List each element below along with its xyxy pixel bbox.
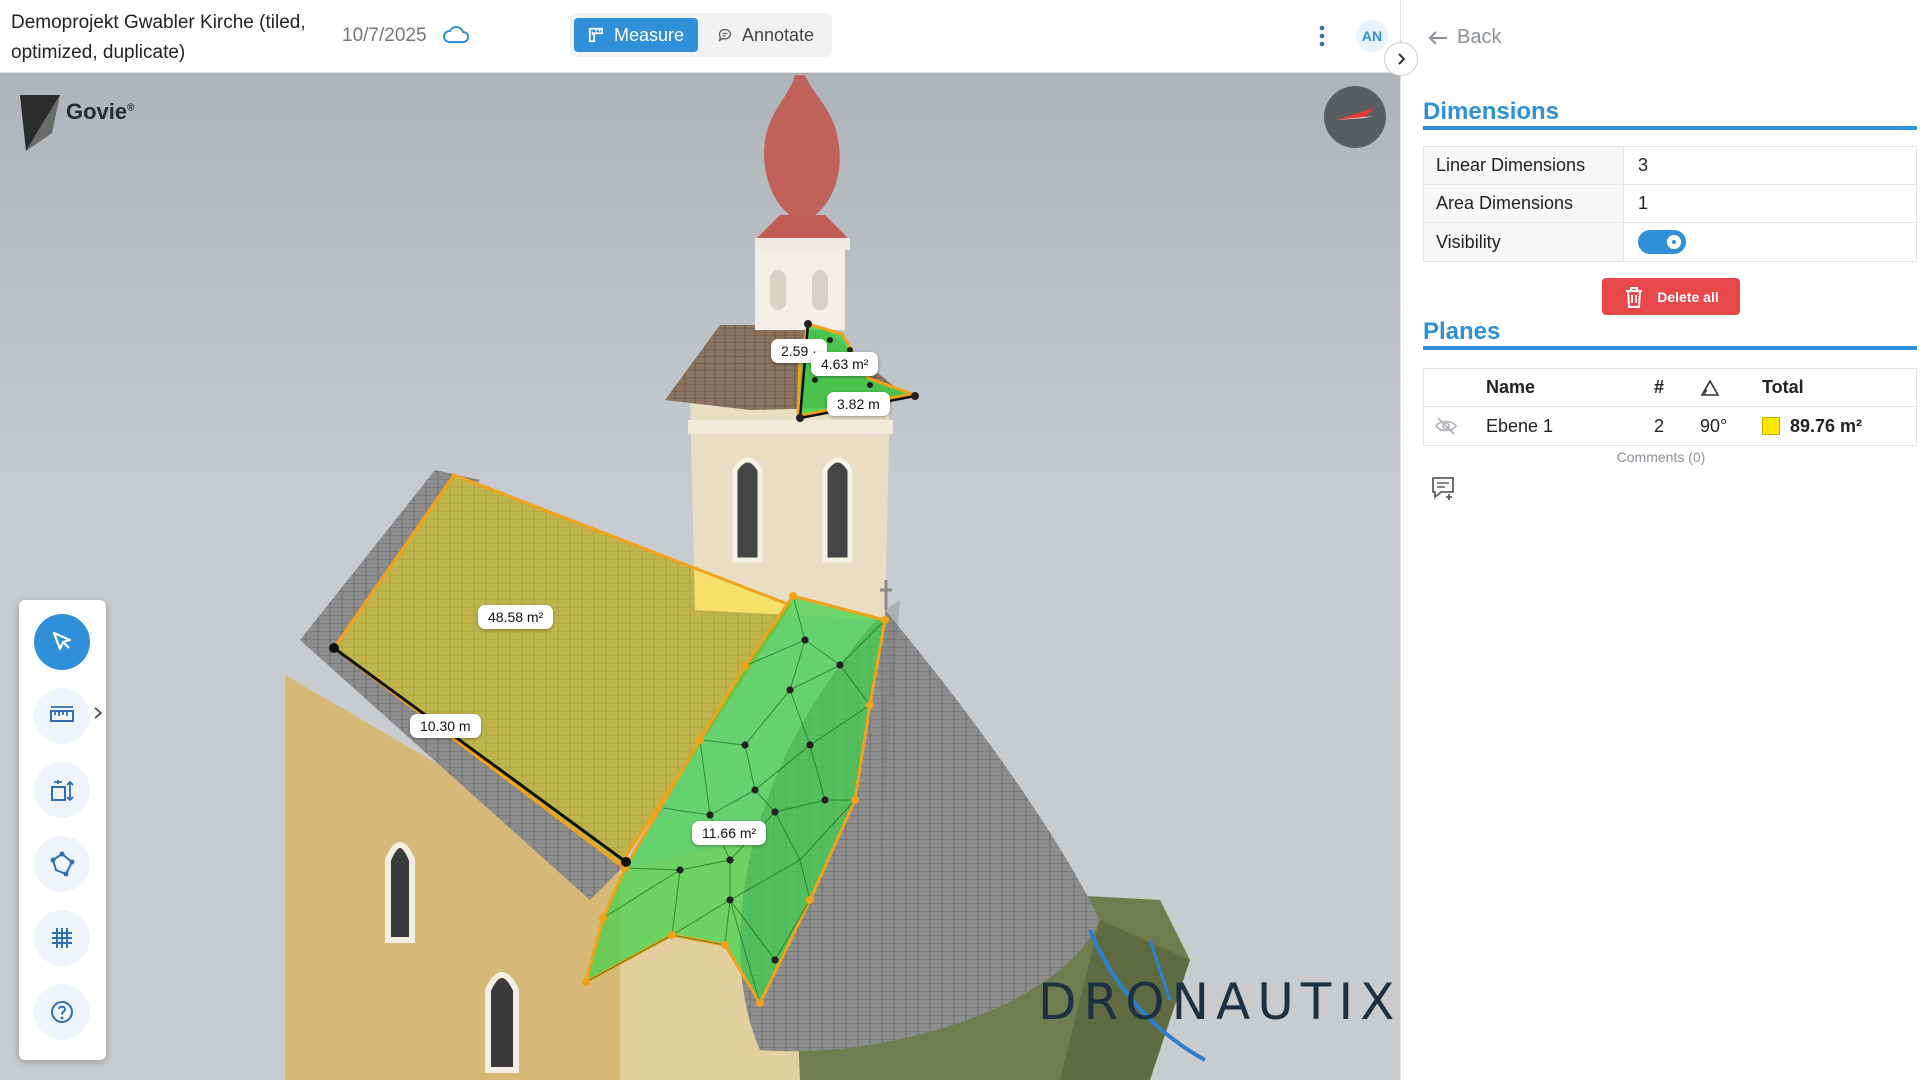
grid-icon — [52, 928, 72, 948]
3d-viewport[interactable]: 48.58 m² 10.30 m 11.66 m² 2.59 · 4.63 m²… — [0, 73, 1400, 1080]
project-date: 10/7/2025 — [342, 25, 427, 46]
header-total: Total — [1762, 377, 1804, 397]
govie-wordmark: Govie® — [66, 99, 135, 125]
collapse-panel-button[interactable] — [1384, 42, 1418, 76]
visibility-toggle[interactable] — [1638, 230, 1686, 254]
dimension-value: 3 — [1638, 155, 1649, 175]
comment-icon — [718, 28, 732, 42]
plane-total-cell: 89.76 m² — [1762, 416, 1862, 437]
eye-off-icon[interactable] — [1434, 416, 1458, 436]
arrow-left-icon — [1428, 30, 1447, 45]
select-tool-button[interactable] — [34, 614, 90, 670]
header-name: Name — [1486, 377, 1536, 397]
cloud-icon[interactable] — [442, 24, 470, 46]
ruler-icon — [50, 706, 74, 722]
dimensions-divider — [1423, 126, 1917, 130]
compass-button[interactable] — [1324, 86, 1386, 148]
plane-name: Ebene 1 — [1486, 415, 1554, 436]
church-model[interactable] — [0, 73, 1400, 1080]
more-options-icon[interactable] — [1312, 22, 1332, 50]
add-comment-icon[interactable] — [1429, 474, 1457, 502]
visibility-row: Visibility — [1424, 223, 1916, 261]
tower-area-label[interactable]: 4.63 m² — [811, 352, 879, 376]
compass-needle-icon — [1336, 108, 1374, 120]
valley-area-label[interactable]: 11.66 m² — [692, 821, 767, 845]
dronautix-watermark: DRONAUTIX — [1038, 973, 1400, 1031]
toggle-knob — [1672, 240, 1676, 244]
plane-angle: 90° — [1700, 415, 1728, 436]
mode-switch: Measure Annotate — [570, 13, 832, 57]
polygon-tool-button[interactable] — [34, 836, 90, 892]
planes-title: Planes — [1423, 318, 1501, 345]
trash-icon — [1626, 286, 1643, 308]
eave-length-label[interactable]: 10.30 m — [410, 714, 481, 738]
ruler-icon — [588, 27, 604, 43]
chevron-right-icon[interactable] — [92, 705, 104, 721]
polygon-icon — [50, 851, 75, 877]
dimension-tool-button[interactable] — [34, 762, 90, 818]
help-tool-button[interactable] — [34, 984, 90, 1040]
govie-registered-mark: ® — [127, 102, 135, 114]
roof-area-label[interactable]: 48.58 m² — [478, 605, 554, 629]
back-button[interactable]: Back — [1427, 26, 1501, 49]
dimensions-table: Linear Dimensions 3 Area Dimensions 1 Vi… — [1423, 146, 1917, 262]
grid-tool-button[interactable] — [34, 910, 90, 966]
planes-header-row: Name # Total — [1424, 369, 1916, 407]
annotate-mode-label: Annotate — [741, 24, 814, 45]
visibility-label: Visibility — [1424, 223, 1624, 261]
measure-mode-label: Measure — [613, 24, 684, 45]
plane-count: 2 — [1654, 415, 1665, 436]
planes-table: Name # Total Ebene 1 2 90° 89.76 m² — [1423, 368, 1917, 446]
properties-panel: Back Dimensions Linear Dimensions 3 Area… — [1400, 0, 1920, 1080]
measure-mode-button[interactable]: Measure — [574, 18, 698, 52]
user-avatar[interactable]: AN — [1356, 20, 1388, 52]
tower-length-label-b[interactable]: 3.82 m — [827, 392, 890, 416]
angle-icon — [1700, 378, 1720, 396]
chevron-right-icon — [1398, 53, 1406, 65]
cursor-icon — [52, 631, 72, 651]
dimension-key: Linear Dimensions — [1424, 147, 1624, 184]
plane-color-swatch[interactable] — [1762, 417, 1780, 435]
top-bar: Demoprojekt Gwabler Kirche (tiled, optim… — [0, 0, 1400, 73]
planes-divider — [1423, 346, 1917, 350]
measure-tool-button[interactable] — [34, 688, 90, 744]
header-count: # — [1654, 377, 1665, 397]
project-title: Demoprojekt Gwabler Kirche (tiled, optim… — [11, 12, 306, 63]
govie-wordmark-text: Govie — [66, 99, 128, 124]
dimension-row: Area Dimensions 1 — [1424, 185, 1916, 223]
plane-total: 89.76 m² — [1790, 415, 1863, 436]
dimension-row: Linear Dimensions 3 — [1424, 147, 1916, 185]
back-label: Back — [1457, 26, 1502, 48]
help-icon — [51, 1001, 73, 1023]
height-measure-icon — [51, 780, 74, 802]
dimension-key: Area Dimensions — [1424, 185, 1624, 222]
annotate-mode-button[interactable]: Annotate — [704, 18, 828, 52]
plane-row[interactable]: Ebene 1 2 90° 89.76 m² — [1424, 407, 1916, 445]
delete-all-label: Delete all — [1657, 288, 1719, 305]
tool-palette — [19, 600, 106, 1060]
dimension-value: 1 — [1638, 193, 1649, 213]
comments-link[interactable]: Comments (0) — [1401, 449, 1920, 465]
dimensions-title: Dimensions — [1423, 98, 1560, 125]
delete-all-button[interactable]: Delete all — [1602, 278, 1740, 315]
